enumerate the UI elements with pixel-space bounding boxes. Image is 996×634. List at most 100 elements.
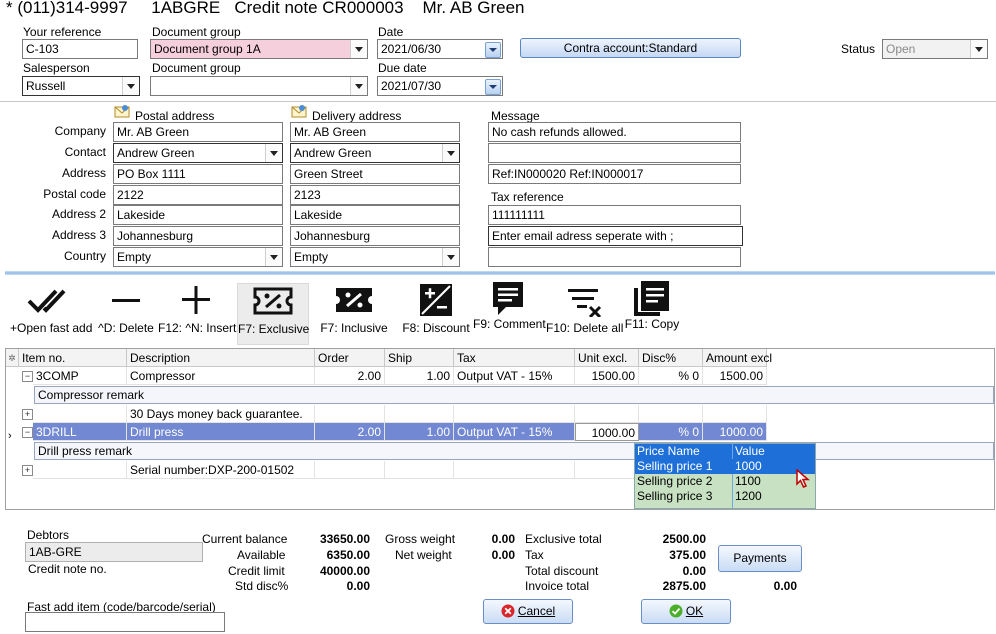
column-header-description[interactable]: Description [127, 349, 315, 367]
due-date-field[interactable]: 2021/07/30 [377, 76, 503, 96]
cell-description[interactable]: Serial number:DXP-200-01502 [127, 461, 315, 479]
column-header-unit-excl[interactable]: Unit excl. [575, 349, 639, 367]
cell-ship[interactable] [385, 461, 454, 479]
cell-description[interactable]: 30 Days money back guarantee. [127, 405, 315, 423]
postal-address-2-input[interactable]: Lakeside [113, 205, 283, 225]
cell-order[interactable] [315, 405, 385, 423]
insert-row-button[interactable]: F12: ^N: Insert [158, 283, 236, 345]
cell-order[interactable]: 2.00 [315, 423, 385, 441]
cell-ship[interactable] [385, 405, 454, 423]
exclusive-button[interactable]: F7: Exclusive [237, 283, 309, 345]
open-fast-add-button[interactable]: +Open fast add [10, 283, 92, 345]
copy-button[interactable]: F11: Copy [622, 281, 682, 345]
price-option[interactable]: Selling price 2 1100 [635, 474, 815, 489]
cell-amount-excl[interactable]: 1000.00 [703, 423, 767, 441]
chevron-down-icon[interactable] [350, 40, 367, 58]
document-group-select[interactable]: Document group 1A [150, 39, 368, 59]
cell-item-no[interactable]: 3COMP [33, 367, 127, 385]
price-option[interactable]: Selling price 3 1200 [635, 489, 815, 504]
delivery-contact-select[interactable]: Andrew Green [290, 143, 460, 163]
cell-disc[interactable]: % 0 [639, 367, 703, 385]
cell-ship[interactable]: 1.00 [385, 367, 454, 385]
salesperson-select[interactable]: Russell [22, 76, 140, 96]
delivery-envelope-icon[interactable] [291, 104, 307, 118]
contra-account-button[interactable]: Contra account:Standard [520, 38, 741, 58]
expand-icon[interactable]: + [22, 409, 33, 420]
message-line-2[interactable] [488, 143, 741, 163]
calendar-dropdown-icon[interactable] [485, 42, 501, 58]
tax-reference-input[interactable]: 111111111 [488, 205, 741, 225]
chevron-down-icon[interactable] [442, 144, 459, 162]
delivery-company-input[interactable]: Mr. AB Green [290, 122, 460, 142]
postal-country-select[interactable]: Empty [113, 247, 283, 267]
message-line-3[interactable]: Ref:IN000020 Ref:IN000017 [488, 164, 741, 184]
postal-code-input[interactable]: 2122 [113, 185, 283, 205]
postal-address-input[interactable]: PO Box 1111 [113, 164, 283, 184]
line-items-grid[interactable]: ✲ Item no. Description Order Ship Tax Un… [5, 348, 995, 510]
chevron-down-icon[interactable] [265, 248, 282, 266]
price-list-popup[interactable]: Price Name Value Selling price 1 1000 Se… [634, 443, 816, 509]
column-header-amount-excl[interactable]: Amount excl [703, 349, 772, 367]
document-group-2-select[interactable] [150, 76, 368, 96]
delivery-postal-code-input[interactable]: 2123 [290, 185, 460, 205]
payments-button[interactable]: Payments [718, 545, 802, 572]
column-header-ship[interactable]: Ship [385, 349, 454, 367]
comment-button[interactable]: F9: Comment [473, 282, 546, 345]
postal-company-input[interactable]: Mr. AB Green [113, 122, 283, 142]
column-header-order[interactable]: Order [315, 349, 385, 367]
cell-unit-excl[interactable] [575, 461, 639, 479]
cancel-button[interactable]: Cancel [483, 599, 573, 624]
cell-amount-excl[interactable]: 1500.00 [703, 367, 767, 385]
column-header-tax[interactable]: Tax [454, 349, 575, 367]
status-select[interactable]: Open [882, 39, 988, 59]
postal-contact-select[interactable]: Andrew Green [113, 143, 283, 163]
cell-disc[interactable] [639, 405, 703, 423]
column-header-item-no[interactable]: Item no. [19, 349, 127, 367]
collapse-icon[interactable]: − [22, 427, 33, 438]
cell-tax[interactable]: Output VAT - 15% [454, 367, 575, 385]
email-input[interactable] [488, 247, 741, 267]
your-reference-input[interactable]: C-103 [22, 39, 138, 59]
delete-row-button[interactable]: ^D: Delete [97, 283, 155, 345]
line-remark[interactable]: Compressor remark [34, 386, 994, 404]
date-field[interactable]: 2021/06/30 [377, 39, 503, 59]
chevron-down-icon[interactable] [122, 77, 139, 95]
line-remark[interactable]: Drill press remark [34, 442, 994, 460]
cell-description[interactable]: Compressor [127, 367, 315, 385]
cell-item-no[interactable]: 3DRILL [33, 423, 127, 441]
delivery-address-input[interactable]: Green Street [290, 164, 460, 184]
cell-ship[interactable]: 1.00 [385, 423, 454, 441]
cell-order[interactable]: 2.00 [315, 367, 385, 385]
fast-add-input[interactable] [25, 612, 225, 632]
cell-item-no[interactable] [33, 461, 127, 479]
delivery-address-2-input[interactable]: Lakeside [290, 205, 460, 225]
inclusive-button[interactable]: F7: Inclusive [318, 283, 390, 345]
cell-disc[interactable]: % 0 [639, 423, 703, 441]
message-line-1[interactable]: No cash refunds allowed. [488, 122, 741, 142]
delivery-country-select[interactable]: Empty [290, 247, 460, 267]
chevron-down-icon[interactable] [970, 40, 987, 58]
discount-button[interactable]: F8: Discount [400, 283, 472, 345]
delivery-address-3-input[interactable]: Johannesburg [290, 226, 460, 246]
postal-address-3-input[interactable]: Johannesburg [113, 226, 283, 246]
price-option[interactable]: Selling price 1 1000 [635, 459, 815, 474]
calendar-dropdown-icon[interactable] [485, 79, 501, 95]
cell-order[interactable] [315, 461, 385, 479]
splitter-bar[interactable] [5, 271, 995, 275]
chevron-down-icon[interactable] [350, 77, 367, 95]
cell-amount-excl[interactable] [703, 405, 767, 423]
ok-button[interactable]: OK [641, 599, 731, 624]
cell-item-no[interactable] [33, 405, 127, 423]
cell-tax[interactable] [454, 461, 575, 479]
delete-all-button[interactable]: F10: Delete all [546, 283, 623, 345]
cell-tax[interactable]: Output VAT - 15% [454, 423, 575, 441]
cell-unit-excl[interactable]: 1500.00 [575, 367, 639, 385]
expand-icon[interactable]: + [22, 465, 33, 476]
cell-tax[interactable] [454, 405, 575, 423]
chevron-down-icon[interactable] [265, 144, 282, 162]
collapse-icon[interactable]: − [22, 371, 33, 382]
cell-unit-excl-editing[interactable]: 1000.00 [575, 423, 639, 441]
postal-envelope-icon[interactable] [114, 104, 130, 118]
cell-unit-excl[interactable] [575, 405, 639, 423]
cell-description[interactable]: Drill press [127, 423, 315, 441]
